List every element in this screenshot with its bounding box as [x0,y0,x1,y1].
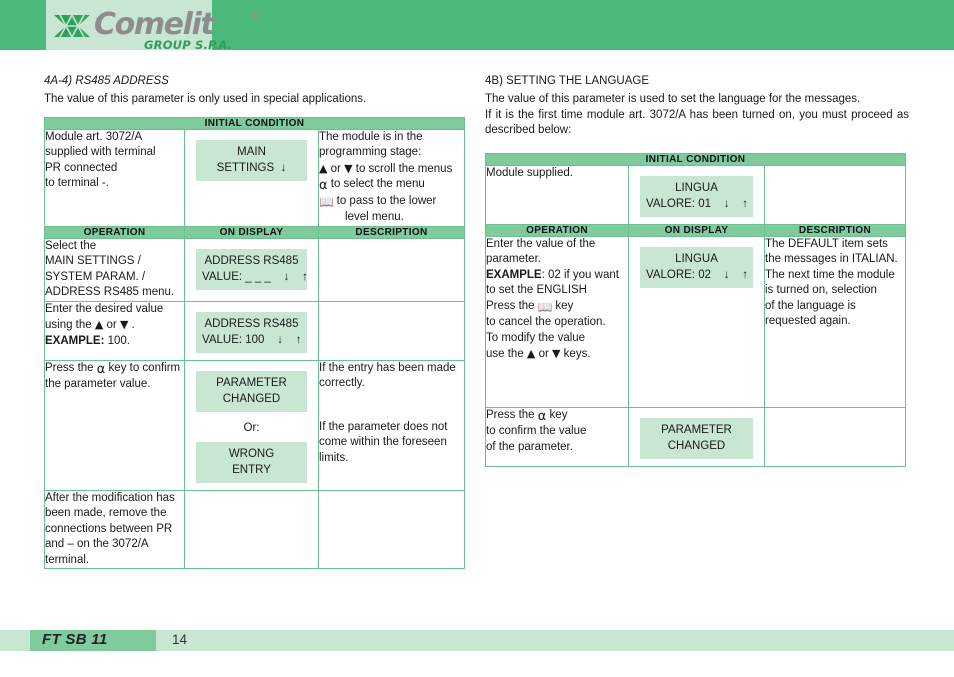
down-arrow-icon: ▼ [119,318,129,331]
bell-icon: ⍺ [319,178,328,193]
cell-on-display: PARAMETER CHANGED [628,406,765,467]
right-section-intro-1: The value of this parameter is used to s… [485,93,861,105]
lcd-display: ADDRESS RS485 VALUE: 100 ↓ ↑ [196,311,307,353]
up-arrow-icon: ▲ [94,318,104,331]
cell-operation: Module supplied. [485,164,629,225]
cell-description [317,300,466,361]
column-header-operation: OPERATION [485,223,629,237]
lcd-line-2: VALORE: 02 ↓ ↑ [646,268,749,281]
column-header-on-display: ON DISPLAY [184,225,319,239]
lcd-line-1: MAIN [237,145,266,158]
lcd-line-2: ENTRY [232,463,271,476]
lcd-display: ADDRESS RS485 VALUE: _ _ _ ↓ ↑ [196,248,308,290]
lcd-line-2: VALORE: 01 ↓ ↑ [646,197,749,210]
table-row-initial: Module art. 3072/A supplied with termina… [44,128,466,227]
lcd-line-1: LINGUA [675,181,718,194]
rs485-address-table: INITIAL CONDITION Module art. 3072/A sup… [43,116,466,570]
example-label: EXAMPLE: [45,334,105,347]
cell-description: The DEFAULT item sets the messages in IT… [763,235,907,408]
table-row-initial-condition-header: INITIAL CONDITION [484,152,907,166]
table-row: Enter the desired value using the ▲ or ▼… [44,300,466,361]
table-row: Enter the value of the parameter. EXAMPL… [485,235,907,408]
cell-operation: Enter the desired value using the ▲ or ▼… [44,300,185,361]
cell-on-display: PARAMETER CHANGED Or: WRONG ENTRY [184,359,319,491]
lcd-line-1: LINGUA [675,252,718,265]
left-section-heading: 4A-4) RS485 ADDRESS [44,75,169,87]
lcd-display: MAIN SETTINGS ↓ [196,139,307,181]
logo-subtitle: GROUP S.P.A. [144,38,233,52]
initial-condition-band: INITIAL CONDITION [484,152,907,166]
comelit-mark-icon [52,11,92,46]
down-arrow-icon: ▼ [552,347,561,360]
cell-description: The module is in the programming stage: … [317,128,466,227]
column-header-on-display: ON DISPLAY [628,223,765,237]
lcd-line-1: PARAMETER [216,376,287,389]
table-row: Select the MAIN SETTINGS / SYSTEM PARAM.… [44,237,466,302]
lcd-display: LINGUA VALORE: 02 ↓ ↑ [640,246,753,288]
cell-description [763,164,907,225]
right-column: 4B) SETTING THE LANGUAGE The value of th… [484,74,909,467]
table-row-column-headers: OPERATION ON DISPLAY DESCRIPTION [485,223,907,237]
lcd-display: LINGUA VALORE: 01 ↓ ↑ [640,175,753,217]
scroll-arrows-note: ▲ [319,161,328,175]
cell-description [317,489,466,569]
left-column: 4A-4) RS485 ADDRESS The value of this pa… [43,74,468,570]
lcd-line-2: CHANGED [667,439,726,452]
cell-operation: Press the ⍺ key to confirm the value of … [485,406,629,467]
lcd-line-2: VALUE: 100 ↓ ↑ [202,333,302,346]
cell-on-display: MAIN SETTINGS ↓ [184,128,319,227]
book-icon: 📖 [537,299,553,314]
footer-page-number: 14 [172,632,188,647]
left-section-intro: The value of this parameter is only used… [44,93,367,105]
example-label: EXAMPLE [486,268,542,281]
lcd-line-1: ADDRESS RS485 [204,254,299,267]
column-header-description: DESCRIPTION [763,223,907,237]
lcd-line-1: ADDRESS RS485 [204,317,299,330]
lcd-line-2: CHANGED [222,392,281,405]
right-section-intro-2: If it is the first time module art. 3072… [485,108,909,137]
lcd-display: PARAMETER CHANGED [640,417,753,459]
lcd-line-1: WRONG [228,447,275,460]
cell-description: If the entry has been made correctly. If… [317,359,466,491]
column-header-operation: OPERATION [44,225,185,239]
bell-icon: ⍺ [537,408,547,424]
cell-description [317,237,466,302]
lcd-line-1: PARAMETER [661,423,732,436]
or-separator: Or: [243,421,260,434]
cell-operation: After the modification has been made, re… [44,489,185,569]
cell-on-display: LINGUA VALORE: 01 ↓ ↑ [628,164,765,225]
cell-on-display: LINGUA VALORE: 02 ↓ ↑ [628,235,765,408]
cell-description [763,406,907,467]
right-section-heading: 4B) SETTING THE LANGUAGE [485,75,650,87]
registered-mark-icon: ® [252,11,259,21]
lcd-line-2: SETTINGS ↓ [216,161,287,174]
book-icon: 📖 [319,194,334,209]
footer-document-code: FT SB 11 [42,631,108,648]
table-row: After the modification has been made, re… [44,489,466,569]
logo-wordmark: Comelit [94,7,215,42]
table-row: Press the ⍺ key to confirm the parameter… [44,359,466,491]
table-row-initial: Module supplied. LINGUA VALORE: 01 ↓ ↑ [485,164,907,225]
cell-operation: Module art. 3072/A supplied with termina… [44,128,185,227]
comelit-logo: Comelit ® GROUP S.P.A. [52,7,262,55]
table-row: Press the ⍺ key to confirm the value of … [485,406,907,467]
table-row-column-headers: OPERATION ON DISPLAY DESCRIPTION [44,225,466,239]
up-arrow-icon: ▲ [526,347,536,360]
cell-operation: Select the MAIN SETTINGS / SYSTEM PARAM.… [44,237,185,302]
table-row-initial-condition-header: INITIAL CONDITION [43,116,466,130]
cell-on-display: ADDRESS RS485 VALUE: 100 ↓ ↑ [184,300,319,361]
column-header-description: DESCRIPTION [317,225,466,239]
initial-condition-band: INITIAL CONDITION [43,116,466,130]
lcd-display-error: WRONG ENTRY [196,441,307,483]
lcd-display-ok: PARAMETER CHANGED [196,370,307,412]
cell-on-display: ADDRESS RS485 VALUE: _ _ _ ↓ ↑ [184,237,319,302]
cell-on-display [184,489,319,569]
bell-icon: ⍺ [96,361,106,377]
cell-operation: Press the ⍺ key to confirm the parameter… [44,359,185,491]
lcd-line-2: VALUE: _ _ _ ↓ ↑ [202,270,308,283]
language-setting-table: INITIAL CONDITION Module supplied. LINGU… [484,152,907,467]
cell-operation: Enter the value of the parameter. EXAMPL… [485,235,629,408]
